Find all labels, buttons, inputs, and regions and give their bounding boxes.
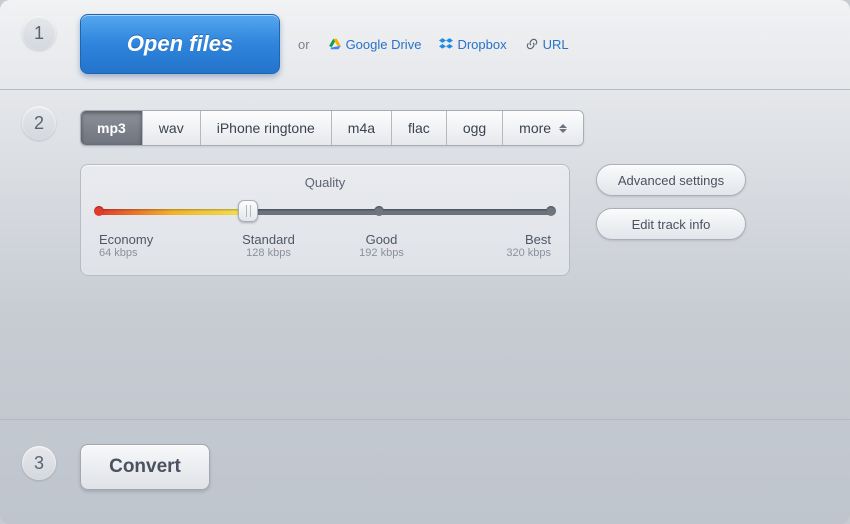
slider-thumb[interactable] <box>238 200 258 222</box>
format-tab-more-label: more <box>519 120 551 136</box>
format-tab-m4a[interactable]: m4a <box>332 111 392 145</box>
quality-mark-good: Good 192 kbps <box>325 232 438 259</box>
quality-mark-kbps: 128 kbps <box>212 247 325 259</box>
convert-button[interactable]: Convert <box>80 444 210 490</box>
section-step-2: 2 mp3 wav iPhone ringtone m4a flac ogg m… <box>0 90 850 420</box>
edit-track-info-button[interactable]: Edit track info <box>596 208 746 240</box>
format-tab-more[interactable]: more <box>503 111 583 145</box>
step2-body: Quality Economy 64 kbps Standard <box>80 164 830 276</box>
dropbox-link[interactable]: Dropbox <box>439 37 506 52</box>
url-label: URL <box>543 37 569 52</box>
url-link[interactable]: URL <box>525 37 569 52</box>
step-badge-3: 3 <box>22 446 56 480</box>
quality-mark-label: Economy <box>99 232 212 247</box>
step1-row: Open files or Google Drive Dropbox URL <box>80 14 830 74</box>
format-tab-flac[interactable]: flac <box>392 111 447 145</box>
step-badge-1: 1 <box>22 16 56 50</box>
quality-mark-standard: Standard 128 kbps <box>212 232 325 259</box>
format-tab-mp3[interactable]: mp3 <box>81 111 143 145</box>
dropbox-label: Dropbox <box>457 37 506 52</box>
format-tab-ogg[interactable]: ogg <box>447 111 503 145</box>
section-step-1: 1 Open files or Google Drive Dropbox <box>0 0 850 90</box>
slider-node-economy <box>94 206 104 216</box>
quality-mark-label: Good <box>325 232 438 247</box>
step-badge-2: 2 <box>22 106 56 140</box>
google-drive-link[interactable]: Google Drive <box>328 37 422 52</box>
google-drive-icon <box>328 37 342 51</box>
quality-mark-economy: Economy 64 kbps <box>99 232 212 259</box>
quality-mark-kbps: 192 kbps <box>325 247 438 259</box>
quality-marks: Economy 64 kbps Standard 128 kbps Good 1… <box>99 232 551 259</box>
slider-track-filled <box>99 209 248 215</box>
quality-mark-kbps: 320 kbps <box>438 247 551 259</box>
quality-mark-kbps: 64 kbps <box>99 247 212 259</box>
format-tabs: mp3 wav iPhone ringtone m4a flac ogg mor… <box>80 110 584 146</box>
format-tab-wav[interactable]: wav <box>143 111 201 145</box>
section-step-3: 3 Convert <box>0 420 850 510</box>
open-files-button[interactable]: Open files <box>80 14 280 74</box>
link-icon <box>525 37 539 51</box>
google-drive-label: Google Drive <box>346 37 422 52</box>
quality-panel: Quality Economy 64 kbps Standard <box>80 164 570 276</box>
quality-title: Quality <box>99 175 551 190</box>
quality-mark-best: Best 320 kbps <box>438 232 551 259</box>
app-container: 1 Open files or Google Drive Dropbox <box>0 0 850 524</box>
or-label: or <box>298 37 310 52</box>
quality-mark-label: Standard <box>212 232 325 247</box>
format-tab-iphone[interactable]: iPhone ringtone <box>201 111 332 145</box>
slider-node-best <box>546 206 556 216</box>
quality-mark-label: Best <box>438 232 551 247</box>
chevron-updown-icon <box>559 124 567 133</box>
advanced-settings-button[interactable]: Advanced settings <box>596 164 746 196</box>
side-buttons: Advanced settings Edit track info <box>596 164 746 240</box>
dropbox-icon <box>439 37 453 51</box>
quality-slider[interactable] <box>99 200 551 222</box>
